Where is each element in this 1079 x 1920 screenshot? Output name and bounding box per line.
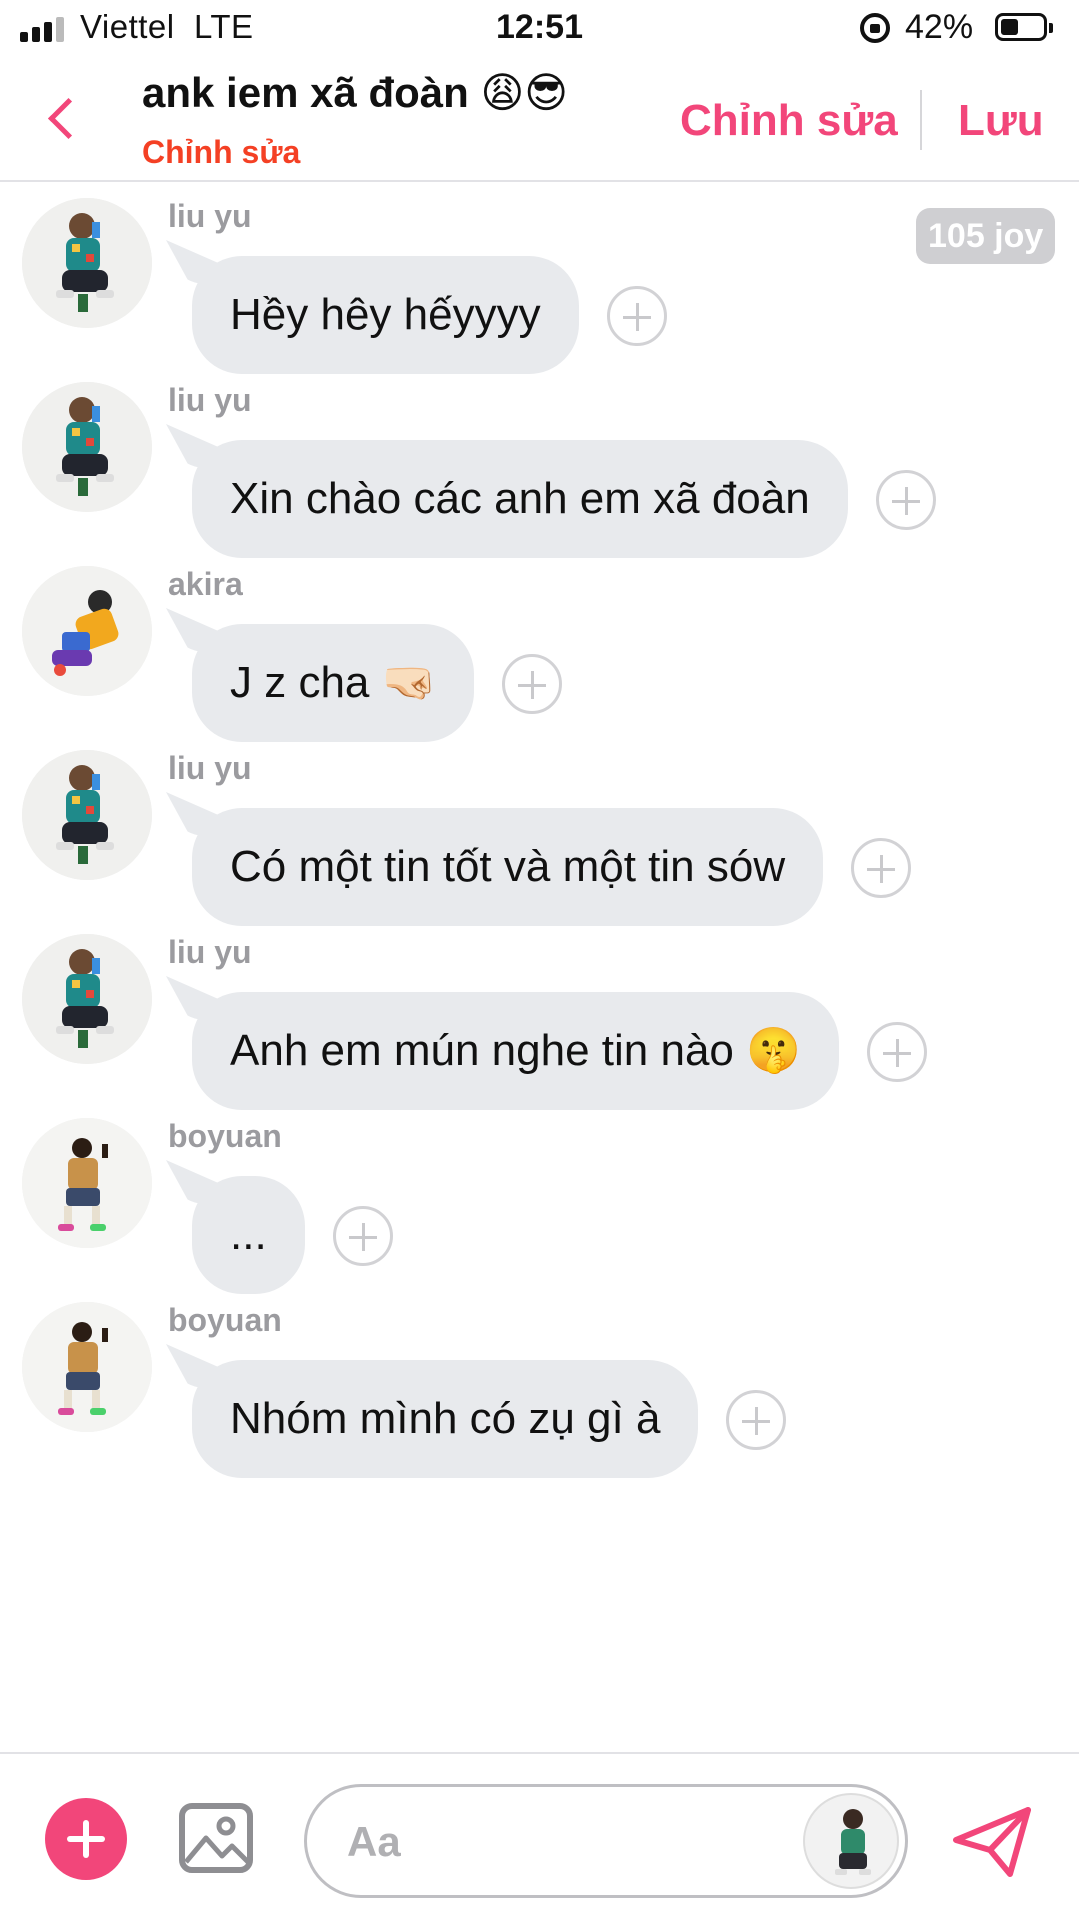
message-row: liu yu Anh em mún nghe tin nào 🤫 [0,910,1079,1110]
sender-name: boyuan [168,1302,282,1338]
avatar[interactable] [22,382,152,512]
message-row: akira J z cha 🤜🏻 [0,542,1079,742]
add-reaction-button[interactable] [502,654,562,714]
sender-name: liu yu [168,198,252,234]
message-bubble[interactable]: ... [192,1176,305,1294]
message-bubble[interactable]: Nhóm mình có zụ gì à [192,1360,699,1478]
message-row: boyuan Nhóm mình có zụ gì à [0,1278,1079,1478]
message-bubble[interactable]: Hềy hêy hếyyyy [192,256,579,374]
message-bubble[interactable]: Có một tin tốt và một tin sów [192,808,824,926]
add-reaction-button[interactable] [333,1206,393,1266]
group-title[interactable]: ank iem xã đoàn 😩😎 [142,68,568,117]
message-composer[interactable] [304,1784,908,1898]
send-icon [953,1807,1031,1877]
rotation-lock-icon [860,13,890,43]
message-bubble[interactable]: Xin chào các anh em xã đoàn [192,440,848,558]
back-button[interactable] [40,96,86,142]
message-bubble[interactable]: J z cha 🤜🏻 [192,624,475,742]
message-input[interactable] [347,1811,767,1873]
image-icon [179,1803,253,1873]
sender-name: boyuan [168,1118,282,1154]
person-figure-icon [835,1809,871,1875]
status-bar: Viettel LTE 12:51 42% [0,0,1079,58]
message-list[interactable]: 105 joy liu yu Hềy hêy hếyyyy liu yu Xin ch… [0,182,1079,1752]
avatar[interactable] [22,1118,152,1248]
sender-name: liu yu [168,382,252,418]
avatar[interactable] [22,934,152,1064]
avatar[interactable] [22,566,152,696]
add-button[interactable] [45,1798,127,1880]
battery-icon [995,13,1053,41]
message-row: liu yu Có một tin tốt và một tin sów [0,726,1079,926]
avatar[interactable] [22,1302,152,1432]
add-reaction-button[interactable] [726,1390,786,1450]
add-reaction-button[interactable] [876,470,936,530]
send-button[interactable] [950,1802,1036,1882]
battery-percent: 42% [905,8,974,46]
sender-name: akira [168,566,243,602]
avatar[interactable] [22,198,152,328]
sender-name: liu yu [168,934,252,970]
save-button[interactable]: Lưu [958,96,1044,146]
persona-avatar[interactable] [803,1793,899,1889]
message-row: boyuan... [0,1094,1079,1294]
message-bubble[interactable]: Anh em mún nghe tin nào 🤫 [192,992,839,1110]
sender-name: liu yu [168,750,252,786]
add-reaction-button[interactable] [851,838,911,898]
edit-button[interactable]: Chỉnh sửa [680,96,898,146]
message-row: liu yu Xin chào các anh em xã đoàn [0,358,1079,558]
header-divider [920,90,922,150]
avatar[interactable] [22,750,152,880]
add-reaction-button[interactable] [607,286,667,346]
image-button[interactable] [178,1802,254,1874]
composer-bar [0,1752,1079,1920]
message-row: liu yu Hềy hêy hếyyyy [0,182,1079,374]
chat-header: ank iem xã đoàn 😩😎 Chỉnh sửa Chỉnh sửa L… [0,58,1079,182]
add-reaction-button[interactable] [867,1022,927,1082]
group-subtitle[interactable]: Chỉnh sửa [142,134,300,171]
